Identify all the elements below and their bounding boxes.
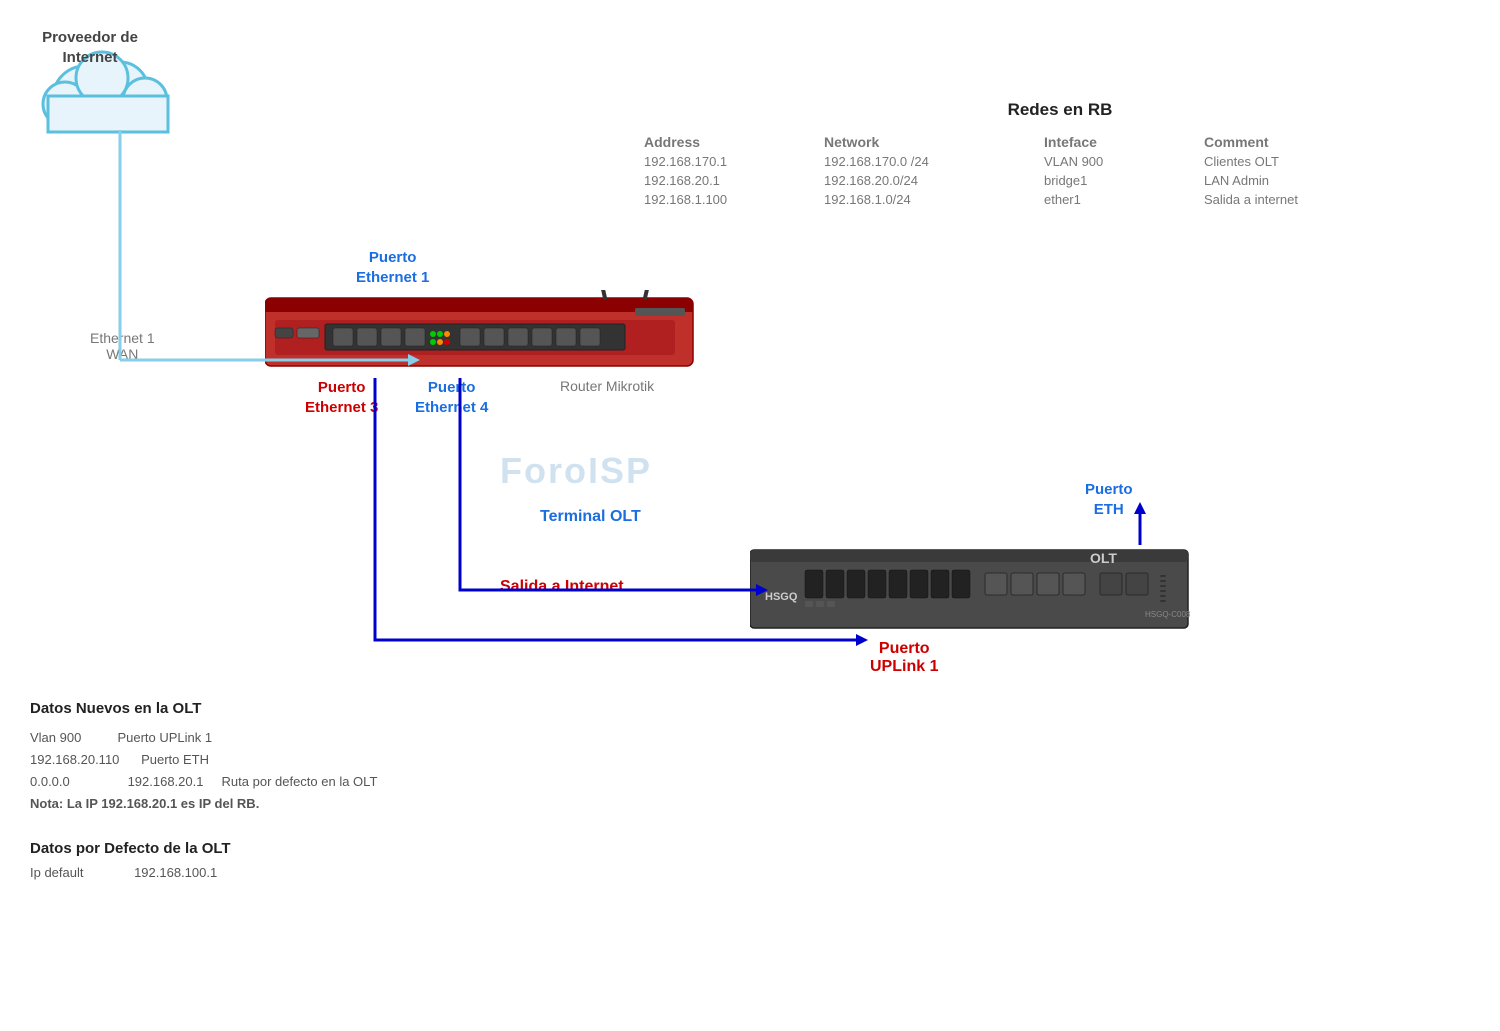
- svg-text:HSGQ: HSGQ: [765, 591, 798, 603]
- bottom-info2-row: Ip default 192.168.100.1: [30, 865, 231, 880]
- table-cell-comment-0: Clientes OLT: [1200, 152, 1400, 171]
- table-cell-comment-2: Salida a internet: [1200, 190, 1400, 209]
- cloud-label: Proveedor de Internet: [40, 28, 140, 67]
- bottom-info2-title: Datos por Defecto de la OLT: [30, 840, 231, 857]
- svg-text:OLT: OLT: [1090, 550, 1117, 566]
- table-cell-addr-2: 192.168.1.100: [640, 190, 820, 209]
- port-eth4-label: Puerto Ethernet 4: [415, 378, 488, 417]
- table-header-network: Network: [820, 132, 1040, 152]
- puerto-eth-label: Puerto ETH: [1085, 480, 1133, 519]
- port-eth3-label: Puerto Ethernet 3: [305, 378, 378, 417]
- table-cell-iface-1: bridge1: [1040, 171, 1200, 190]
- table-cell-iface-2: ether1: [1040, 190, 1200, 209]
- table-cell-net-1: 192.168.20.0/24: [820, 171, 1040, 190]
- table-title: Redes en RB: [640, 100, 1480, 120]
- diagram-container: .cloud-path { fill: #e8f4fb; stroke: #5b…: [0, 0, 1500, 1031]
- ethernet-wan-label: Ethernet 1 WAN: [90, 330, 155, 362]
- table-header-address: Address: [640, 132, 820, 152]
- table-cell-comment-1: LAN Admin: [1200, 171, 1400, 190]
- network-table: Redes en RB Address Network Inteface Com…: [640, 100, 1480, 209]
- table-cell-net-2: 192.168.1.0/24: [820, 190, 1040, 209]
- table-cell-iface-0: VLAN 900: [1040, 152, 1200, 171]
- terminal-olt-label: Terminal OLT: [540, 508, 641, 526]
- bottom-info1-rows: Vlan 900 Puerto UPLink 1 192.168.20.110 …: [30, 727, 680, 815]
- table-header-interface: Inteface: [1040, 132, 1200, 152]
- table-grid: Address Network Inteface Comment 192.168…: [640, 132, 1480, 209]
- svg-text:HSGQ-C008: HSGQ-C008: [1145, 610, 1190, 619]
- olt-device: OLT HSGQ: [750, 545, 1190, 635]
- table-cell-addr-1: 192.168.20.1: [640, 171, 820, 190]
- table-header-comment: Comment: [1200, 132, 1400, 152]
- bottom-info-default-olt: Datos por Defecto de la OLT Ip default 1…: [30, 840, 231, 880]
- bottom-info1-title: Datos Nuevos en la OLT: [30, 700, 680, 717]
- watermark: ForoISP: [500, 450, 652, 492]
- salida-internet-label: Salida a Internet: [500, 578, 624, 596]
- port-eth1-label: Puerto Ethernet 1: [356, 248, 429, 287]
- table-cell-net-0: 192.168.170.0 /24: [820, 152, 1040, 171]
- table-cell-addr-0: 192.168.170.1: [640, 152, 820, 171]
- router-mikrotik-label: Router Mikrotik: [560, 378, 654, 394]
- puerto-uplink1-label: Puerto UPLink 1: [870, 640, 938, 676]
- bottom-info-new-olt: Datos Nuevos en la OLT Vlan 900 Puerto U…: [30, 700, 680, 815]
- router-mikrotik-device: [265, 290, 695, 378]
